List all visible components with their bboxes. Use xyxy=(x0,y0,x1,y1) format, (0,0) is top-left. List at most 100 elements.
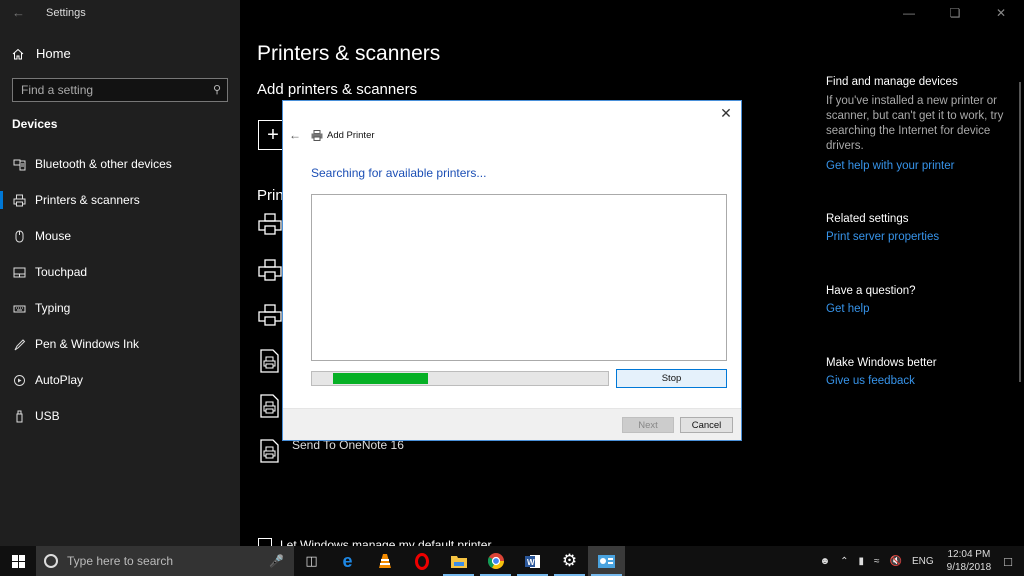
taskbar-app-file-explorer[interactable] xyxy=(440,546,477,576)
sidebar-item-label: USB xyxy=(35,409,60,423)
cortana-icon xyxy=(44,554,58,568)
sidebar-item-label: Pen & Windows Ink xyxy=(35,337,140,351)
stop-button[interactable]: Stop xyxy=(616,369,727,388)
sidebar-item-pen[interactable]: Pen & Windows Ink xyxy=(0,326,240,362)
find-manage-desc: If you've installed a new printer or sca… xyxy=(826,95,1004,152)
related-settings-group: Related settings Print server properties xyxy=(826,213,1016,243)
sidebar-item-label: AutoPlay xyxy=(35,373,84,387)
printer-list-item[interactable] xyxy=(258,348,284,378)
question-group: Have a question? Get help xyxy=(826,285,1016,315)
cancel-button[interactable]: Cancel xyxy=(680,417,733,433)
section-title: Devices xyxy=(12,117,58,131)
dialog-back-button[interactable]: ← xyxy=(289,128,301,142)
taskbar-app-chrome[interactable] xyxy=(477,546,514,576)
get-help-printer-link[interactable]: Get help with your printer xyxy=(826,160,1016,172)
svg-text:W: W xyxy=(527,558,535,567)
dialog-title: Add Printer xyxy=(327,129,375,141)
minimize-button[interactable]: — xyxy=(886,0,932,26)
search-progress-bar xyxy=(311,371,609,386)
printer-icon xyxy=(311,129,323,141)
close-icon: ✕ xyxy=(720,104,732,121)
give-feedback-link[interactable]: Give us feedback xyxy=(826,375,1016,387)
feedback-title: Make Windows better xyxy=(826,357,937,369)
word-icon: W xyxy=(524,554,540,568)
taskbar-app-settings[interactable]: ⚙ xyxy=(551,546,588,576)
search-status: Searching for available printers... xyxy=(311,166,487,180)
home-link[interactable]: Home xyxy=(12,46,71,61)
battery-icon[interactable]: ▮ xyxy=(859,556,865,567)
scrollbar[interactable] xyxy=(1019,82,1021,382)
action-center-icon[interactable]: □ xyxy=(1004,554,1012,569)
folder-icon xyxy=(450,555,467,568)
printer-list-item[interactable] xyxy=(258,258,284,288)
mouse-icon xyxy=(12,229,26,243)
people-icon[interactable]: ☻ xyxy=(820,556,831,567)
taskbar-app-vlc[interactable] xyxy=(366,546,403,576)
sidebar-item-typing[interactable]: Typing xyxy=(0,290,240,326)
sidebar-item-label: Mouse xyxy=(35,229,72,243)
sidebar-item-touchpad[interactable]: Touchpad xyxy=(0,254,240,290)
page-title: Printers & scanners xyxy=(257,42,441,65)
microphone-icon[interactable]: 🎤 xyxy=(269,554,284,568)
keyboard-icon xyxy=(12,301,26,315)
feedback-group: Make Windows better Give us feedback xyxy=(826,357,1016,387)
search-icon[interactable]: ⚲ xyxy=(213,83,221,96)
sidebar-item-printers[interactable]: Printers & scanners xyxy=(0,182,240,218)
taskbar-app-control-panel[interactable] xyxy=(588,546,625,576)
opera-icon xyxy=(414,552,429,570)
printer-list-item[interactable] xyxy=(258,212,284,242)
document-printer-icon xyxy=(260,394,279,418)
taskbar-search-box[interactable]: Type here to search 🎤 xyxy=(36,546,294,576)
wifi-icon[interactable]: ≈ xyxy=(874,556,880,567)
gear-icon: ⚙ xyxy=(561,551,578,570)
volume-muted-icon[interactable]: 🔇 xyxy=(890,556,902,567)
taskbar-app-opera[interactable] xyxy=(403,546,440,576)
printer-icon xyxy=(258,213,282,235)
language-indicator[interactable]: ENG xyxy=(912,556,934,567)
sidebar-item-label: Typing xyxy=(35,301,71,315)
taskbar-app-edge[interactable]: e xyxy=(329,546,366,576)
start-button[interactable] xyxy=(0,546,36,576)
find-setting-input[interactable] xyxy=(21,83,201,97)
find-setting-search[interactable]: ⚲ xyxy=(12,78,228,102)
system-tray: ☻ ⌃ ▮ ≈ 🔇 ENG 12:04 PM 9/18/2018 □ xyxy=(815,546,1024,576)
printers-heading: Prin xyxy=(257,187,284,204)
related-settings-title: Related settings xyxy=(826,213,909,225)
autoplay-icon xyxy=(12,373,26,387)
task-view-button[interactable]: ◫ xyxy=(294,546,329,576)
edge-icon: e xyxy=(342,550,353,571)
sidebar-item-autoplay[interactable]: AutoPlay xyxy=(0,362,240,398)
window-controls: — ❏ ✕ xyxy=(886,0,1024,26)
show-hidden-icons-chevron-icon[interactable]: ⌃ xyxy=(840,556,848,567)
add-printers-heading: Add printers & scanners xyxy=(257,81,418,98)
dialog-header: ← Add Printer xyxy=(289,128,375,142)
question-title: Have a question? xyxy=(826,285,916,297)
app-title: Settings xyxy=(46,7,86,19)
found-printers-list[interactable] xyxy=(311,194,727,361)
printer-list-item[interactable] xyxy=(258,438,284,468)
bluetooth-devices-icon xyxy=(12,157,26,171)
printer-list-item[interactable] xyxy=(258,393,284,423)
vlc-icon xyxy=(378,554,391,568)
settings-sidebar: ← Settings Home ⚲ Devices Bluetooth & ot… xyxy=(0,0,240,546)
dialog-close-button[interactable]: ✕ xyxy=(715,103,737,123)
sidebar-item-mouse[interactable]: Mouse xyxy=(0,218,240,254)
pen-icon xyxy=(12,337,26,351)
clock[interactable]: 12:04 PM 9/18/2018 xyxy=(947,548,992,574)
close-button[interactable]: ✕ xyxy=(978,0,1024,26)
next-button[interactable]: Next xyxy=(622,417,674,433)
printer-list-item[interactable] xyxy=(258,303,284,333)
get-help-link[interactable]: Get help xyxy=(826,303,1016,315)
progress-fill xyxy=(333,373,428,384)
home-icon xyxy=(12,48,24,59)
back-arrow-icon[interactable]: ← xyxy=(12,5,25,20)
usb-icon xyxy=(12,409,26,423)
sidebar-item-usb[interactable]: USB xyxy=(0,398,240,434)
taskbar-app-word[interactable]: W xyxy=(514,546,551,576)
windows-logo-icon xyxy=(11,554,25,568)
restore-button[interactable]: ❏ xyxy=(932,0,978,26)
find-manage-group: Find and manage devices If you've instal… xyxy=(826,76,1016,172)
touchpad-icon xyxy=(12,265,26,279)
sidebar-item-bluetooth[interactable]: Bluetooth & other devices xyxy=(0,146,240,182)
print-server-properties-link[interactable]: Print server properties xyxy=(826,231,1016,243)
